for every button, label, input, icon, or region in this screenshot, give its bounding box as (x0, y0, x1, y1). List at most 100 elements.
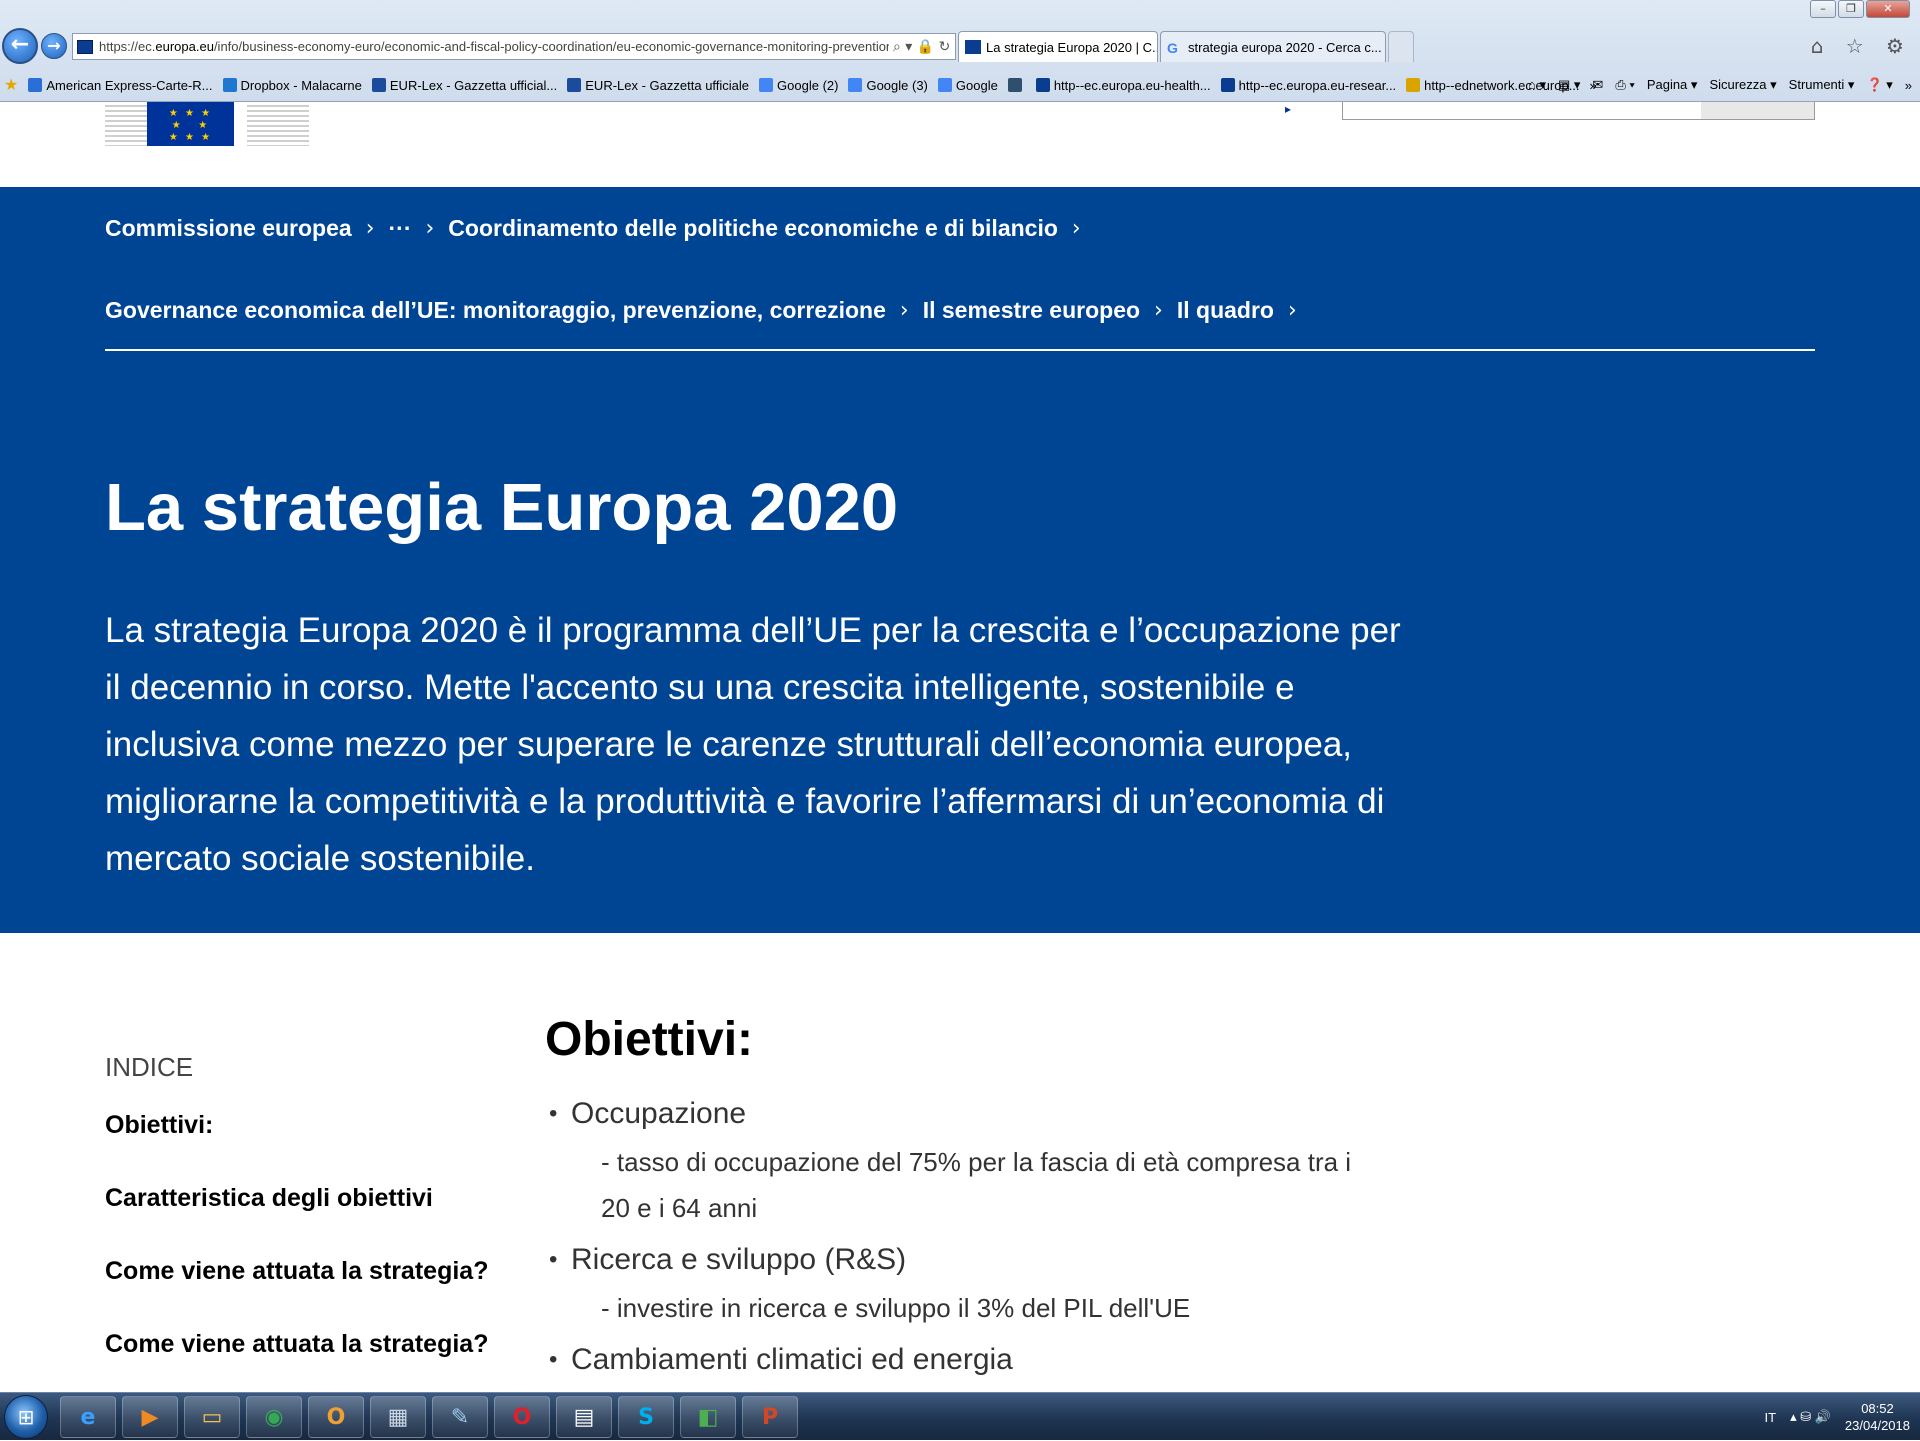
breadcrumb-separator-icon: › (1071, 216, 1081, 241)
google-favicon-icon: G (1167, 40, 1178, 56)
outlook-taskbar-icon[interactable]: O (308, 1396, 364, 1438)
favorites-item-label: http--ec.europa.eu-resear... (1238, 77, 1397, 93)
powerpoint-taskbar-icon[interactable]: P (742, 1396, 798, 1438)
favorites-item[interactable]: Google (2) (759, 78, 838, 93)
forward-button[interactable]: → (41, 33, 67, 59)
opera-taskbar-icon[interactable]: O (494, 1396, 550, 1438)
favorites-item-label: http--ec.europa.eu-health... (1053, 77, 1211, 93)
bookmark-icon (937, 78, 952, 92)
back-button[interactable]: ← (2, 28, 38, 64)
breadcrumb-semestre-europeo[interactable]: Il semestre europeo (923, 297, 1140, 324)
page-hero: Commissione europea › ··· › Coordinament… (0, 187, 1920, 933)
breadcrumb-commissione-europea[interactable]: Commissione europea (105, 215, 352, 242)
favorites-star-icon[interactable]: ★ (4, 75, 18, 95)
help-menu-icon[interactable]: ❓ ▾ (1866, 77, 1892, 93)
main-content: Obiettivi: Occupazione - tasso di occupa… (545, 1012, 1445, 1385)
toc-item-attuazione[interactable]: Come viene attuata la strategia? (105, 1251, 505, 1324)
favorites-item[interactable]: http--ec.europa.eu-resear... (1220, 77, 1397, 93)
favorites-item[interactable]: Google (937, 77, 998, 93)
objective-detail: - tasso di occupazione del 75% per la fa… (601, 1147, 1352, 1223)
language-indicator[interactable]: IT (1765, 1410, 1777, 1425)
search-input[interactable] (1342, 102, 1815, 120)
media-player-taskbar-icon[interactable]: ▶ (122, 1396, 178, 1438)
section-title: Obiettivi: (545, 1013, 754, 1066)
clock[interactable]: 08:52 23/04/2018 (1845, 1400, 1910, 1434)
command-bar: ⌂ ▾ ▤ ▾ ✉ ⎙ ▾ Pagina ▾ Sicurezza ▾ Strumenti ▾… (1528, 70, 1912, 100)
skype-taskbar-icon[interactable]: S (618, 1396, 674, 1438)
breadcrumb-coordinamento[interactable]: Coordinamento delle politiche economiche… (448, 215, 1058, 242)
address-bar[interactable]: https://ec.europa.eu/info/business-econo… (72, 33, 956, 60)
document-taskbar-icon[interactable]: ▤ (556, 1396, 612, 1438)
page-intro: La strategia Europa 2020 è il programma … (105, 611, 1401, 878)
toc-heading: INDICE (105, 1052, 194, 1082)
print-menu-icon[interactable]: ⎙ ▾ (1615, 77, 1634, 93)
restore-button[interactable]: ❐ (1838, 0, 1864, 18)
breadcrumb-separator-icon: › (1287, 298, 1297, 323)
bookmark-icon (28, 78, 43, 92)
notes-taskbar-icon[interactable]: ✎ (432, 1396, 488, 1438)
green-app-taskbar-icon[interactable]: ◧ (680, 1396, 736, 1438)
clock-date: 23/04/2018 (1844, 1418, 1910, 1433)
feeds-menu-icon[interactable]: ▤ ▾ (1558, 77, 1580, 93)
strumenti-menu[interactable]: Strumenti ▾ (1789, 77, 1855, 93)
title-bar: – ❐ ✕ (0, 0, 1920, 26)
objective-detail: - investire in ricerca e sviluppo il 3% … (601, 1293, 1191, 1323)
favorites-bar: ★ American Express-Carte-R... Dropbox - Ma… (0, 70, 1920, 100)
calculator-taskbar-icon[interactable]: ▦ (370, 1396, 426, 1438)
breadcrumb-il-quadro[interactable]: Il quadro (1177, 297, 1274, 324)
start-button[interactable]: ⊞ (4, 1395, 48, 1439)
favorites-item[interactable]: EUR-Lex - Gazzetta ufficial... (371, 77, 558, 93)
toc-item-caratteristica[interactable]: Caratteristica degli obiettivi (105, 1178, 505, 1251)
clock-time: 08:52 (1861, 1401, 1894, 1416)
language-arrow-icon[interactable]: ▸ (1285, 102, 1291, 116)
favorites-item[interactable] (1007, 78, 1026, 92)
breadcrumb-divider (105, 349, 1815, 351)
bookmark-icon (1406, 78, 1421, 92)
breadcrumb-separator-icon: › (425, 216, 435, 241)
favorites-item-label: Dropbox - Malacarne (240, 77, 362, 93)
close-window-button[interactable]: ✕ (1866, 0, 1910, 18)
breadcrumb-governance[interactable]: Governance economica dell’UE: monitoragg… (105, 297, 886, 324)
eu-flag-icon: ★ ★ ★ ★ ★ ★ ★ ★ (147, 102, 234, 146)
internet-explorer-taskbar-icon[interactable]: e (60, 1396, 116, 1438)
tab-title: strategia europa 2020 - Cerca c... (1188, 39, 1382, 55)
page-viewport: ★ ★ ★ ★ ★ ★ ★ ★ ▸ Commissione europea › ··… (0, 102, 1920, 1392)
breadcrumb: Commissione europea › ··· › Coordinament… (105, 215, 1095, 242)
favorites-item[interactable]: EUR-Lex - Gazzetta ufficiale (567, 78, 749, 93)
european-commission-logo[interactable]: ★ ★ ★ ★ ★ ★ ★ ★ (105, 102, 309, 146)
sicurezza-menu[interactable]: Sicurezza ▾ (1709, 77, 1776, 93)
tab-inactive[interactable]: G strategia europa 2020 - Cerca c... (1160, 31, 1386, 62)
address-actions-icons[interactable]: ⌕ ▾ 🔒 ↻ (893, 39, 950, 55)
favorites-item-label: EUR-Lex - Gazzetta ufficial... (389, 77, 558, 93)
breadcrumb-ellipsis[interactable]: ··· (389, 215, 412, 242)
list-item: Ricerca e sviluppo (R&S) (545, 1235, 1445, 1285)
home-favorites-tools-icons[interactable]: ⌂ ☆ ⚙ (1811, 34, 1912, 58)
toolbar-overflow-icon[interactable]: » (1905, 78, 1912, 93)
home-menu-icon[interactable]: ⌂ ▾ (1528, 77, 1546, 93)
tray-icons[interactable]: ▴ ⛁ 🔊 (1790, 1409, 1831, 1425)
favorites-item[interactable]: Dropbox - Malacarne (222, 77, 362, 93)
mail-icon[interactable]: ✉ (1592, 77, 1603, 93)
chrome-taskbar-icon[interactable]: ◉ (246, 1396, 302, 1438)
favorites-item[interactable]: American Express-Carte-R... (28, 78, 213, 93)
search-button[interactable] (1701, 102, 1814, 119)
new-tab-button[interactable] (1388, 31, 1414, 62)
pagina-menu[interactable]: Pagina ▾ (1647, 77, 1698, 93)
list-item: Cambiamenti climatici ed energia (545, 1335, 1445, 1385)
favorites-item[interactable]: Google (3) (848, 78, 928, 93)
favorites-item-label: Google (955, 77, 998, 93)
system-tray: IT ▴ ⛁ 🔊 08:52 23/04/2018 (1765, 1393, 1910, 1441)
breadcrumb-separator-icon: › (1154, 298, 1163, 323)
tab-favicon-icon (965, 40, 981, 54)
tab-active[interactable]: La strategia Europa 2020 | C... × (958, 31, 1158, 62)
file-explorer-taskbar-icon[interactable]: ▭ (184, 1396, 240, 1438)
favorites-item-label: Google (2) (777, 77, 839, 93)
bookmark-icon (1007, 78, 1022, 92)
favorites-item[interactable]: http--ec.europa.eu-health... (1035, 77, 1211, 93)
address-url[interactable]: https://ec.europa.eu/info/business-econo… (99, 39, 889, 54)
toc-item-attuazione-2[interactable]: Come viene attuata la strategia? (105, 1324, 505, 1392)
toc-item-obiettivi[interactable]: Obiettivi: (105, 1105, 505, 1178)
bookmark-icon (848, 78, 863, 92)
bookmark-icon (222, 78, 237, 92)
minimize-button[interactable]: – (1810, 0, 1836, 18)
